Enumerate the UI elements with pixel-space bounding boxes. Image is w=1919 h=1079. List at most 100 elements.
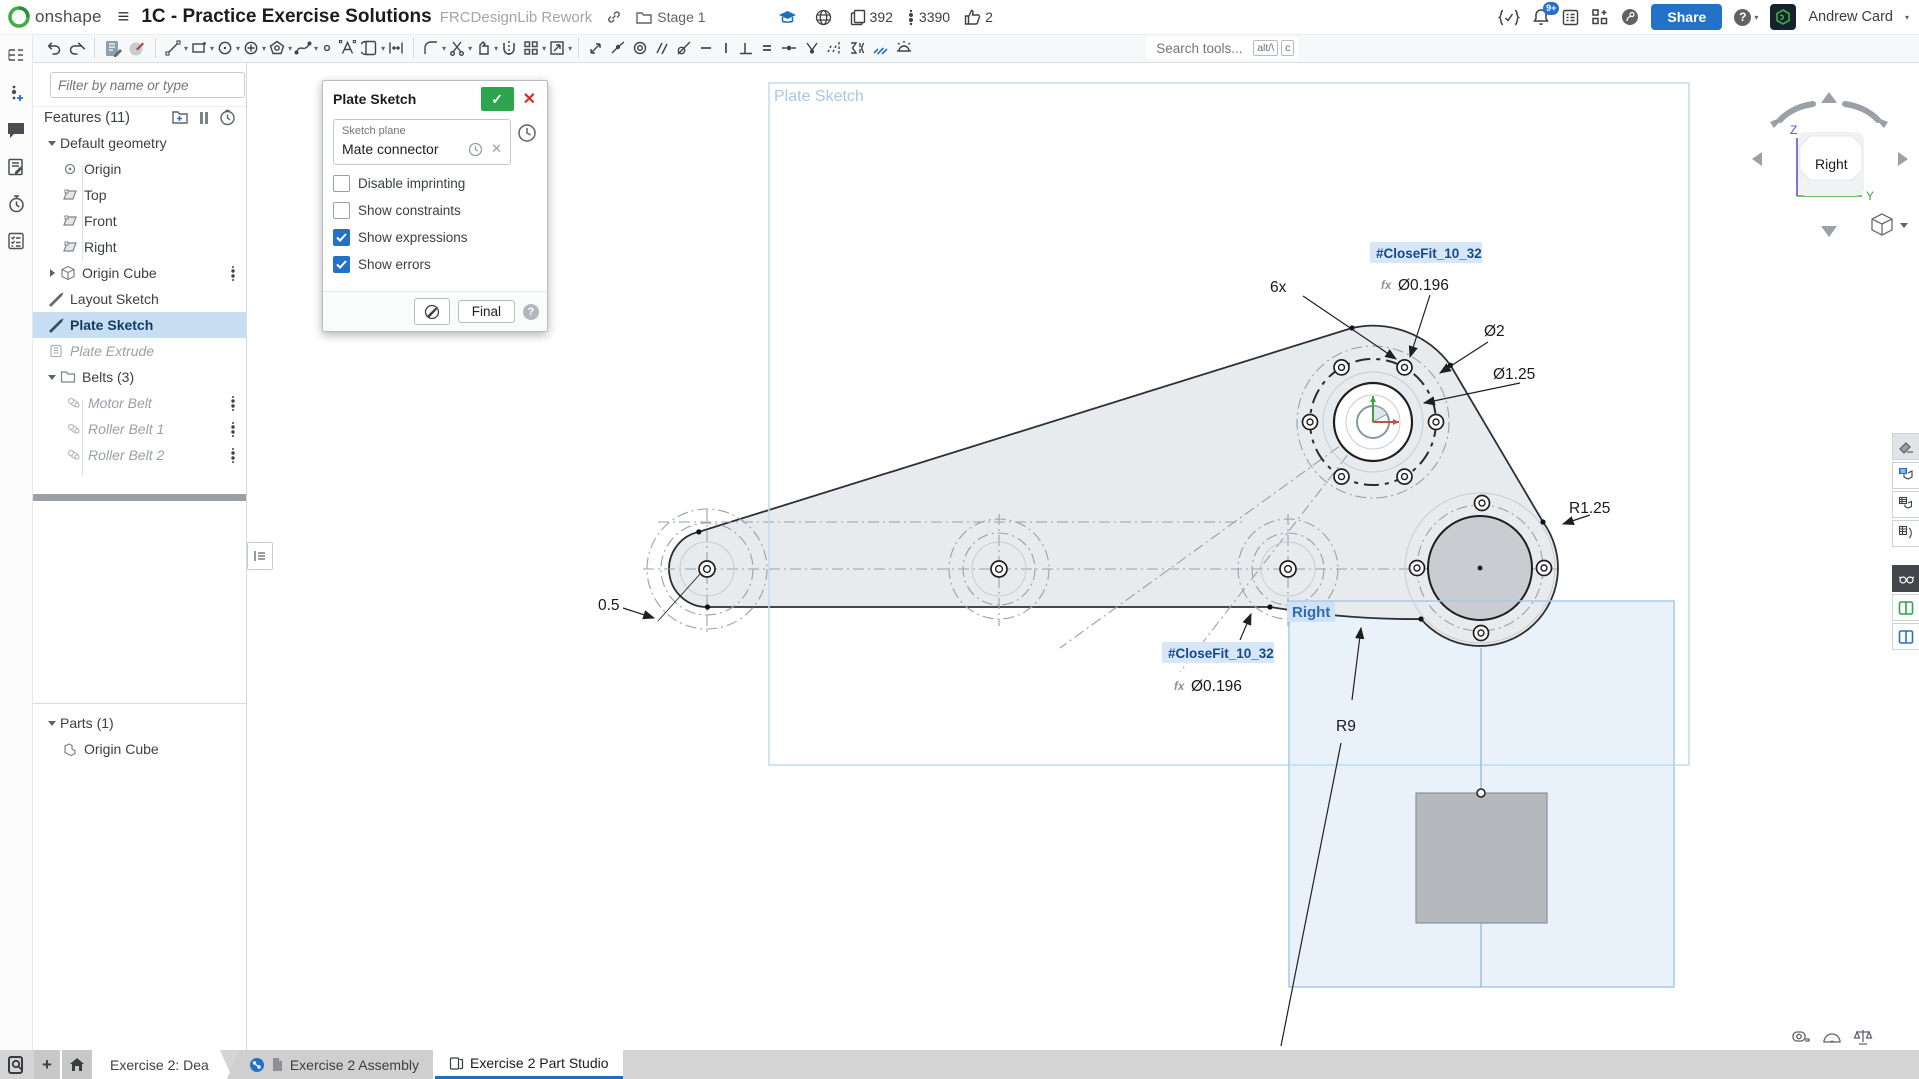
spline-tool[interactable] bbox=[292, 37, 314, 59]
tasks-icon[interactable] bbox=[1562, 9, 1579, 26]
parts-item-origin-cube[interactable]: Origin Cube bbox=[32, 736, 246, 762]
mate-connector-icon[interactable] bbox=[907, 9, 915, 26]
rollback-bar[interactable] bbox=[32, 494, 246, 501]
tree-item-plate-sketch[interactable]: Plate Sketch bbox=[32, 312, 246, 338]
tree-item-plate-extrude[interactable]: Plate Extrude bbox=[32, 338, 246, 364]
tree-item-belts-folder[interactable]: Belts (3) bbox=[32, 364, 246, 390]
mate-connector-dots-icon[interactable] bbox=[230, 447, 236, 463]
clear-selection-icon[interactable]: ✕ bbox=[491, 141, 502, 157]
checkbox-disable-imprinting[interactable]: Disable imprinting bbox=[333, 175, 537, 192]
panel-resize-handle[interactable] bbox=[247, 542, 273, 570]
notifications-bell-icon[interactable]: 9+ bbox=[1532, 8, 1550, 26]
checkbox-box[interactable] bbox=[333, 229, 350, 246]
mate-connector-dots-icon[interactable] bbox=[230, 421, 236, 437]
checklist-icon[interactable] bbox=[6, 231, 26, 251]
dim-count[interactable]: 6x bbox=[1270, 279, 1287, 296]
chevron-down-icon[interactable] bbox=[48, 721, 56, 726]
tab-exercise-2-assembly[interactable]: Exercise 2 Assembly bbox=[227, 1050, 435, 1079]
sketch-button[interactable] bbox=[101, 37, 125, 60]
origin-cube-face[interactable] bbox=[1416, 793, 1547, 923]
dim-offset[interactable]: 0.5 bbox=[598, 597, 620, 614]
checkbox-box[interactable] bbox=[333, 175, 350, 192]
tree-item-top-plane[interactable]: Top bbox=[32, 182, 246, 208]
view-cube[interactable]: Z Y Right bbox=[1738, 76, 1919, 248]
perpendicular-constraint[interactable] bbox=[735, 37, 757, 59]
insert-dxf-chevron-icon[interactable]: ▾ bbox=[568, 44, 572, 53]
rectangle-tool[interactable] bbox=[188, 37, 210, 59]
sketch-image-button[interactable] bbox=[125, 37, 149, 60]
dim-dia-bottom[interactable]: Ø0.196 bbox=[1191, 678, 1242, 695]
rollback-timer-icon[interactable] bbox=[219, 109, 236, 126]
protractor-icon[interactable] bbox=[1822, 1028, 1842, 1046]
trim-tool[interactable] bbox=[385, 37, 407, 59]
dim-closefit-top[interactable]: #CloseFit_10_32 bbox=[1376, 246, 1482, 261]
tree-item-roller-belt-2[interactable]: Roller Belt 2 bbox=[32, 442, 246, 468]
chevron-down-icon[interactable] bbox=[48, 375, 56, 380]
user-menu-chevron-icon[interactable]: ▾ bbox=[1905, 13, 1909, 22]
edu-cap-icon[interactable] bbox=[778, 10, 797, 25]
plate-sketch-region[interactable] bbox=[669, 326, 1558, 646]
dialog-accept-button[interactable]: ✓ bbox=[481, 87, 514, 111]
symmetric-constraint[interactable] bbox=[823, 37, 845, 59]
tree-item-front-plane[interactable]: Front bbox=[32, 208, 246, 234]
dim-dia-top[interactable]: Ø0.196 bbox=[1398, 277, 1449, 294]
tree-item-origin[interactable]: Origin bbox=[32, 156, 246, 182]
final-button[interactable]: Final bbox=[458, 300, 515, 323]
insert-dxf-tool[interactable] bbox=[546, 37, 568, 59]
chevron-down-icon[interactable] bbox=[48, 141, 56, 146]
pattern-tool[interactable] bbox=[520, 37, 542, 59]
point-tool[interactable] bbox=[318, 37, 336, 59]
tab-exercise-2-drawing[interactable]: Exercise 2: Dea bbox=[94, 1050, 233, 1079]
split-view-blue-button[interactable] bbox=[1892, 623, 1919, 650]
tree-item-roller-belt-1[interactable]: Roller Belt 1 bbox=[32, 416, 246, 442]
checkbox-show-errors[interactable]: Show errors bbox=[333, 256, 537, 273]
public-globe-icon[interactable] bbox=[815, 9, 832, 26]
chevron-right-icon[interactable] bbox=[50, 269, 55, 277]
use-project-tool[interactable] bbox=[472, 37, 494, 59]
home-tab-button[interactable] bbox=[62, 1050, 94, 1079]
trim-scissors-tool[interactable] bbox=[446, 37, 468, 59]
dim-r9[interactable]: R9 bbox=[1336, 718, 1356, 735]
feature-script-icon[interactable] bbox=[1498, 9, 1520, 26]
view-roll-arrows[interactable] bbox=[1780, 104, 1878, 120]
render-studio-button[interactable] bbox=[1892, 565, 1919, 592]
dim-closefit-bottom[interactable]: #CloseFit_10_32 bbox=[1168, 646, 1274, 661]
apps-icon[interactable] bbox=[1591, 8, 1609, 26]
add-tab-button[interactable]: + bbox=[34, 1050, 62, 1079]
mate-connector-dots-icon[interactable] bbox=[230, 265, 236, 281]
feature-tree-icon[interactable] bbox=[6, 46, 26, 66]
dim-r125[interactable]: R1.25 bbox=[1569, 500, 1610, 517]
sketch-preview-button[interactable] bbox=[414, 298, 450, 325]
tree-item-motor-belt[interactable]: Motor Belt bbox=[32, 390, 246, 416]
equal-constraint[interactable] bbox=[757, 37, 777, 59]
tab-manager-button[interactable] bbox=[0, 1050, 34, 1079]
tree-item-right-plane[interactable]: Right bbox=[32, 234, 246, 260]
parallel-constraint[interactable] bbox=[651, 37, 673, 59]
link-icon[interactable] bbox=[606, 9, 622, 25]
fix-constraint[interactable] bbox=[892, 37, 916, 59]
line-tool[interactable] bbox=[162, 37, 184, 59]
dialog-help-icon[interactable]: ? bbox=[523, 304, 539, 320]
history-icon[interactable] bbox=[6, 194, 26, 214]
checkbox-show-expressions[interactable]: Show expressions bbox=[333, 229, 537, 246]
hatch-tool[interactable] bbox=[869, 37, 892, 59]
tree-item-layout-sketch[interactable]: Layout Sketch bbox=[32, 286, 246, 312]
thumbs-up-icon[interactable] bbox=[964, 9, 981, 25]
dim-dia125[interactable]: Ø1.25 bbox=[1493, 366, 1535, 383]
selection-history-clock-icon[interactable] bbox=[517, 123, 537, 143]
tape-measure-icon[interactable] bbox=[1791, 1028, 1811, 1046]
search-tools[interactable]: alt/\ c bbox=[1146, 37, 1298, 59]
mate-connector-strip-icon[interactable] bbox=[6, 83, 26, 103]
change-log-icon[interactable] bbox=[6, 157, 26, 177]
coincident-constraint[interactable] bbox=[607, 37, 629, 59]
new-folder-icon[interactable] bbox=[171, 110, 189, 125]
cube-vertex-marker[interactable] bbox=[1477, 789, 1485, 797]
mirror-tool[interactable] bbox=[498, 37, 520, 59]
copies-icon[interactable] bbox=[850, 9, 866, 26]
main-menu-icon[interactable]: ≡ bbox=[118, 7, 130, 27]
onshape-logo[interactable]: onshape bbox=[8, 6, 102, 28]
text-tool[interactable] bbox=[336, 37, 359, 59]
concentric-constraint[interactable] bbox=[629, 37, 651, 59]
isometric-cube-icon[interactable] bbox=[1872, 214, 1892, 235]
horizontal-constraint[interactable] bbox=[695, 37, 717, 59]
